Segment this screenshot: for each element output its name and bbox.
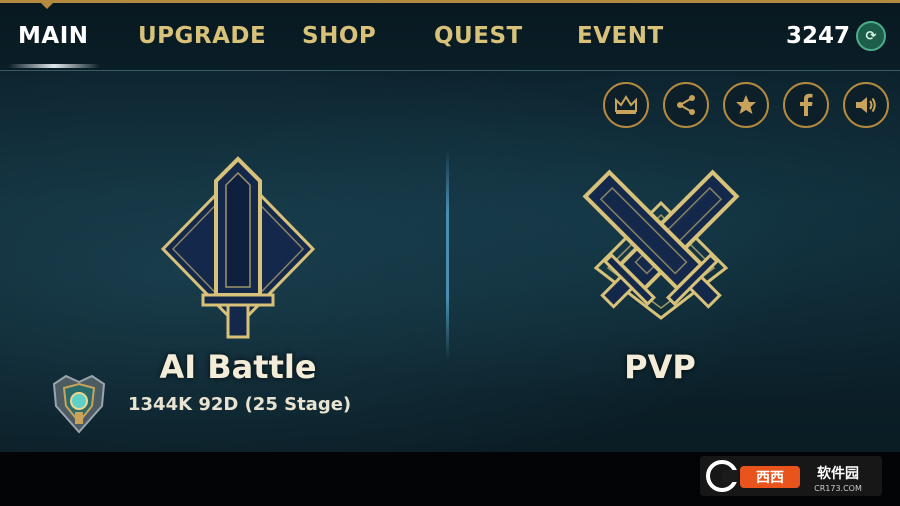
sound-icon[interactable] <box>843 82 889 128</box>
svg-text:软件园: 软件园 <box>817 465 859 482</box>
tab-shop[interactable]: SHOP <box>302 18 376 54</box>
pvp-label[interactable]: PVP <box>600 348 720 386</box>
tab-upgrade[interactable]: UPGRADE <box>138 18 266 54</box>
svg-text:CR173.COM: CR173.COM <box>814 484 862 493</box>
top-nav-bar: MAIN UPGRADE SHOP QUEST EVENT 3247 ⟳ <box>0 0 900 71</box>
currency-amount: 3247 <box>785 23 850 49</box>
star-icon[interactable] <box>723 82 769 128</box>
mode-divider <box>446 150 449 360</box>
top-gold-line <box>0 0 900 3</box>
ai-battle-stage-info: 1344K 92D (25 Stage) <box>128 394 352 415</box>
share-icon[interactable] <box>663 82 709 128</box>
tab-main[interactable]: MAIN <box>18 18 89 54</box>
active-tab-indicator <box>8 64 100 68</box>
ai-battle-label[interactable]: AI Battle <box>138 348 338 386</box>
currency-display[interactable]: 3247 ⟳ <box>786 18 886 54</box>
tab-quest[interactable]: QUEST <box>434 18 523 54</box>
facebook-icon[interactable] <box>783 82 829 128</box>
crossed-swords-icon[interactable] <box>576 163 746 333</box>
coin-icon: ⟳ <box>856 21 886 51</box>
tab-emblem-icon <box>38 0 56 9</box>
sword-icon[interactable] <box>158 155 318 345</box>
site-watermark-logo: 西西 软件园 CR173.COM <box>700 456 882 496</box>
bottom-bar: 西西 软件园 CR173.COM <box>0 452 900 506</box>
tab-event[interactable]: EVENT <box>577 18 664 54</box>
rank-shield-icon <box>52 374 106 434</box>
crown-icon[interactable] <box>603 82 649 128</box>
svg-text:西西: 西西 <box>756 470 784 486</box>
game-screen: MAIN UPGRADE SHOP QUEST EVENT 3247 ⟳ AI … <box>0 0 900 452</box>
